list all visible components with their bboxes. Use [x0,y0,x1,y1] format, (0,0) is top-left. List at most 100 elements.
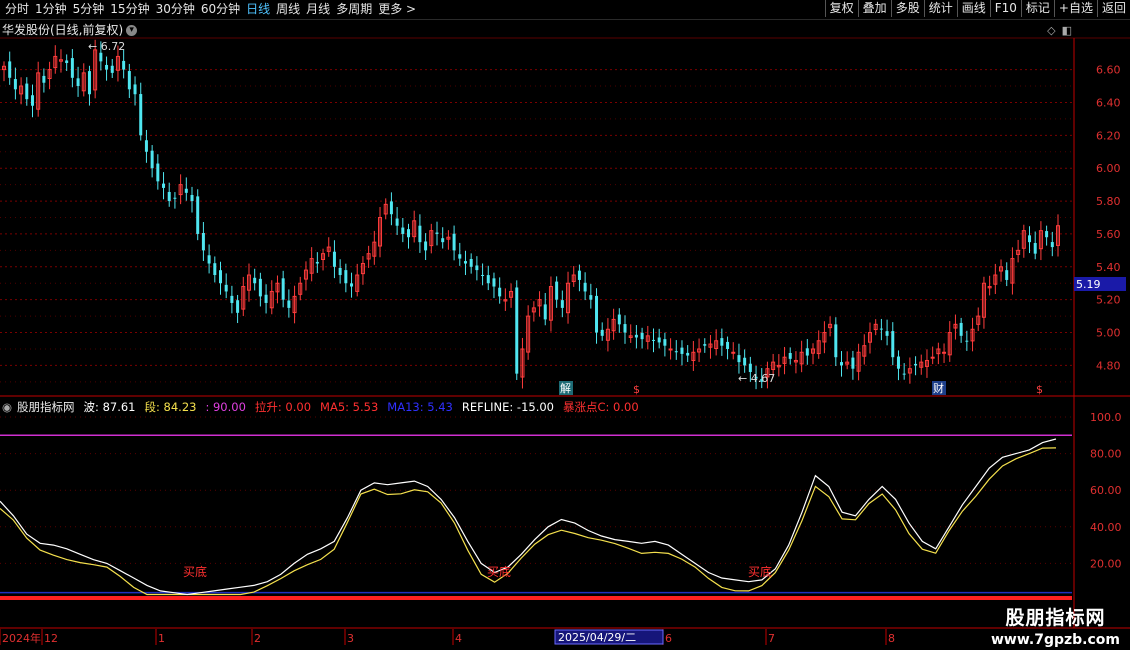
time-label: 2 [254,632,261,645]
buy-bottom-label: 买底 [748,564,772,579]
candle-down [8,61,12,78]
candle-down [127,71,131,90]
time-label: 4 [455,632,462,645]
candle-down [640,332,644,340]
candle-down [851,357,855,369]
min-price-annotation: ← 4.67 [738,372,775,385]
price-label: 5.80 [1096,195,1121,208]
candle-up [930,356,935,359]
candle-down [395,218,399,226]
price-label: 5.00 [1096,327,1121,340]
candle-down [498,287,502,297]
time-label: 6 [665,632,672,645]
candle-down [1005,270,1009,280]
candle-down [173,197,177,199]
event-marker-jie: 解 [560,381,571,395]
candle-down [959,322,963,336]
candle-down [589,295,593,300]
candle-down [896,356,900,369]
candle-down [407,229,411,238]
indicator-title-row: ◉ 股朋指标网 波: 87.61 段: 84.23: 90.00 拉升: 0.00 MA5… [2,399,649,415]
candle-down [25,83,29,100]
candle-down [680,347,684,354]
candle-down [196,196,200,234]
current-price-tag: 5.19 [1076,278,1101,291]
indicator-field-0: 波: 87.61 [83,400,136,414]
price-label: 5.60 [1096,228,1121,241]
event-marker-dollar: $ [1036,383,1043,396]
candle-down [315,261,319,264]
indicator-field-2: : 90.00 [205,400,246,414]
candle-down [150,150,154,169]
indicator-name[interactable]: 股朋指标网 [17,400,75,414]
candle-down [515,287,519,374]
candle-down [424,241,428,251]
buy-bottom-label: 买底 [183,564,207,579]
time-label: 2024年 [2,631,41,645]
candle-down [475,265,479,271]
price-label: 4.80 [1096,359,1121,372]
indicator-field-3: 拉升: 0.00 [254,400,312,414]
candle-down [617,314,621,325]
candle-up [731,351,736,354]
candle-down [458,254,462,259]
candle-down [748,363,752,372]
candle-down [720,338,724,346]
price-label: 6.20 [1096,129,1121,142]
candle-down [133,84,137,95]
candle-down [236,300,240,313]
candle-down [264,294,268,303]
candle-down [42,75,46,83]
candle-down [253,277,257,284]
indicator-axis-label: 60.00 [1090,484,1122,497]
candle-down [65,60,69,64]
max-price-annotation: ← 6.72 [88,40,125,53]
indicator-axis-label: 20.00 [1090,557,1122,570]
candle-down [401,227,405,234]
indicator-collapse-icon[interactable]: ◉ [2,400,12,414]
candle-down [13,79,17,90]
buy-bottom-label: 买底 [487,564,511,579]
candle-down [281,278,285,300]
candle-down [543,304,547,320]
candle-down [788,352,792,359]
candle-down [885,331,889,336]
candle-down [207,255,211,264]
price-label: 5.40 [1096,261,1121,274]
candle-down [726,341,730,349]
time-highlight: 2025/04/29/二 [558,631,636,644]
time-label: 3 [347,632,354,645]
watermark-title: 股朋指标网 [1005,607,1106,629]
candle-down [891,331,895,358]
time-label: 12 [44,632,58,645]
oscillator-line [0,447,1057,596]
watermark: 股朋指标网 www.7gpzb.com [991,603,1120,648]
price-label: 6.40 [1096,96,1121,109]
candle-down [441,238,445,243]
candle-down [435,232,439,234]
candle-down [389,201,393,215]
candle-down [70,58,74,78]
candle-down [218,270,222,284]
candle-down [623,324,627,333]
candle-up [942,351,947,354]
candle-down [344,270,348,284]
indicator-field-4: MA5: 5.53 [320,400,379,414]
candle-down [657,337,661,343]
candle-down [805,348,809,356]
candle-down [167,191,171,202]
candle-down [686,352,690,356]
indicator-axis-label: 80.00 [1090,448,1122,461]
kline-chart[interactable]: 6.60 6.40 6.20 6.00 5.80 5.60 5.40 5.20 5.00 4.80… [0,0,1130,650]
candle-down [201,233,205,251]
price-label: 6.00 [1096,162,1121,175]
candle-down [595,295,599,333]
candle-down [560,300,564,308]
indicator-axis-label: 100.0 [1090,411,1122,424]
candle-down [577,270,581,280]
candle-down [224,284,228,292]
candle-down [965,340,969,342]
event-marker-dollar: $ [633,383,640,396]
candle-down [122,60,126,70]
indicator-values: 波: 87.61 段: 84.23: 90.00 拉升: 0.00 MA5: 5.53… [80,400,644,414]
